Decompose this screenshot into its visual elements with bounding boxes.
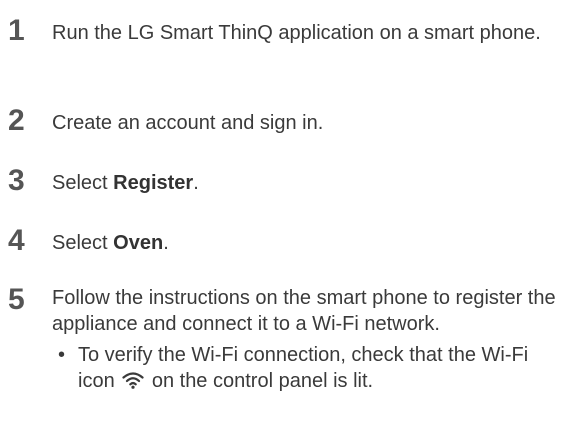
step-text: Follow the instructions on the smart pho… (52, 287, 556, 335)
step-number: 2 (8, 104, 25, 137)
wifi-icon (122, 372, 144, 389)
step-text-suffix: . (163, 232, 169, 254)
step-number: 3 (8, 164, 25, 197)
step-number: 1 (8, 14, 25, 47)
step-number: 5 (8, 283, 25, 316)
note-text-after: on the control panel is lit. (151, 370, 374, 392)
step-text-prefix: Select (52, 232, 114, 254)
bullet-dot: • (58, 344, 66, 366)
step-text-bold: Oven (113, 232, 164, 254)
instruction-steps: 1 Run the LG Smart ThinQ application on … (0, 0, 562, 429)
step-text: Run the LG Smart ThinQ application on a … (52, 22, 541, 44)
step-text: Select Register. (52, 170, 558, 196)
step-text-suffix: . (193, 172, 199, 194)
step-text-prefix: Select (52, 172, 114, 194)
step-text: Select Oven. (52, 230, 558, 256)
step-number: 4 (8, 224, 25, 257)
step-text: Create an account and sign in. (52, 112, 324, 134)
step-text-bold: Register (113, 172, 194, 194)
note-text: To verify the Wi-Fi connection, check th… (78, 342, 558, 394)
